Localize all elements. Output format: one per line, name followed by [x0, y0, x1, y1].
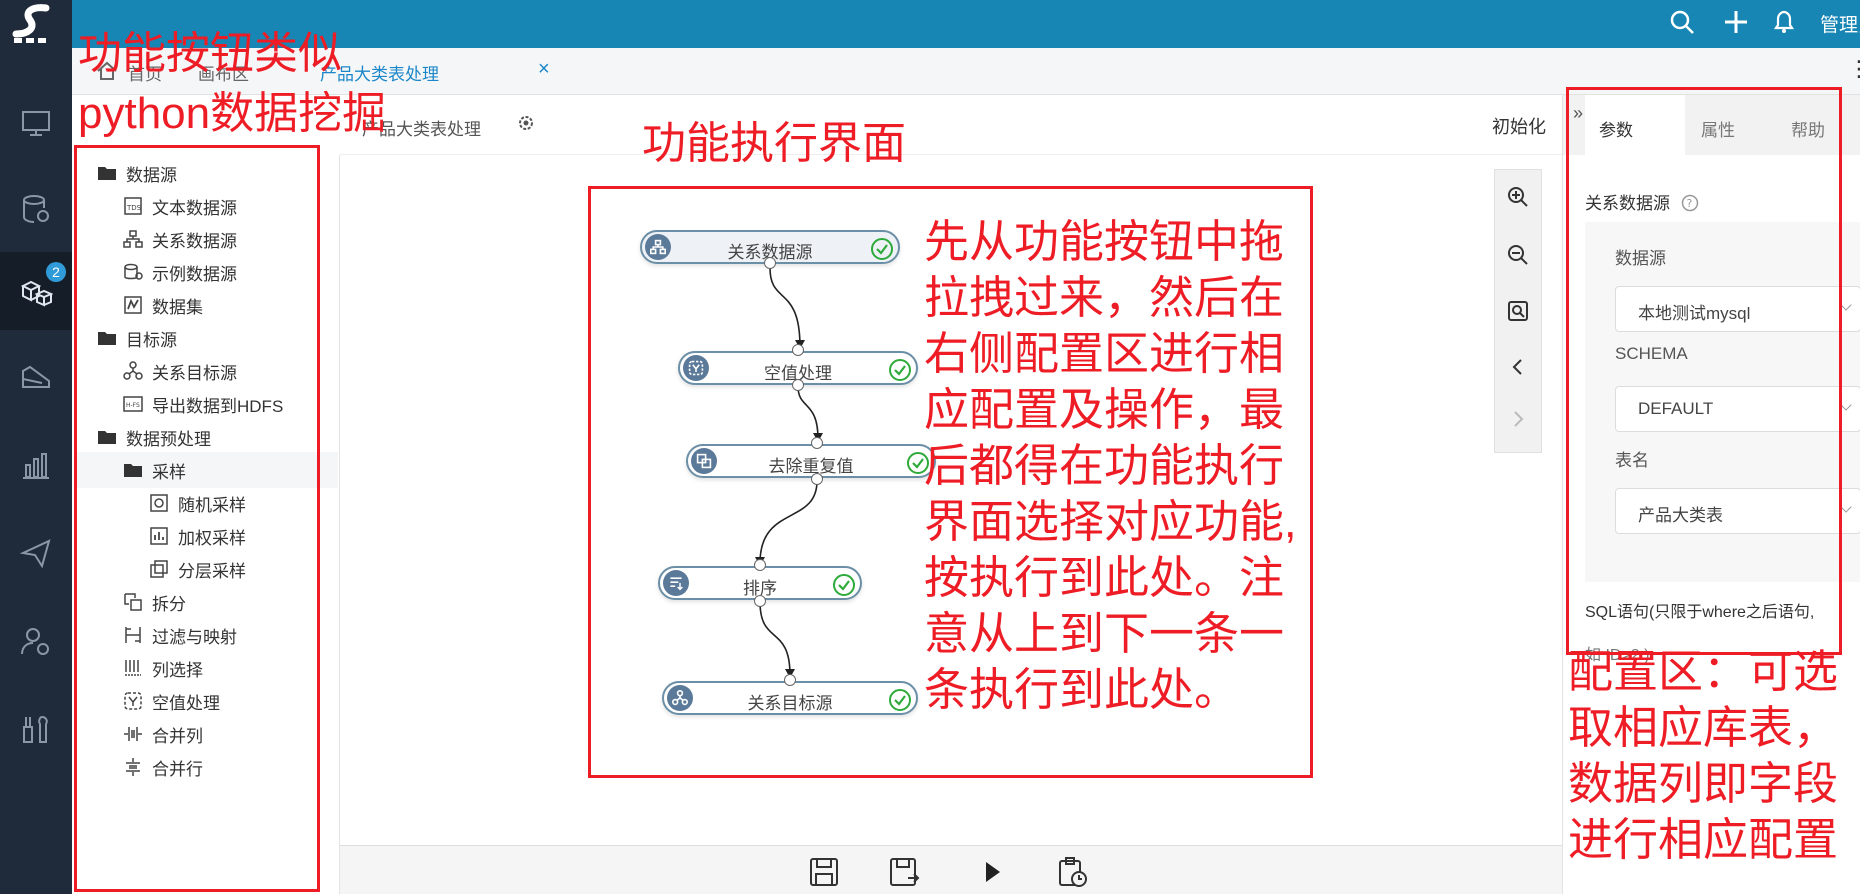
save-as-icon[interactable]	[888, 856, 920, 888]
nav-publish[interactable]	[0, 514, 72, 592]
zoom-in-icon[interactable]	[1495, 174, 1541, 220]
config-line: 数据列即字段	[1568, 758, 1839, 809]
config-annotation-box	[1566, 87, 1842, 655]
monitor-icon	[22, 111, 50, 136]
nav-tools[interactable]	[0, 690, 72, 768]
nav-rail: 2	[0, 48, 72, 894]
app-logo[interactable]	[0, 0, 72, 48]
more-icon[interactable]: ⋮	[1848, 56, 1860, 82]
bell-icon[interactable]	[1770, 8, 1800, 38]
canvas-annotation: 功能执行界面	[642, 119, 906, 168]
cubes-icon	[20, 280, 53, 307]
nav-database-settings[interactable]	[0, 170, 72, 248]
search-icon[interactable]	[1668, 8, 1698, 38]
database-gear-icon	[23, 195, 49, 223]
zoom-out-icon[interactable]	[1495, 232, 1541, 278]
chevron-down-icon	[1840, 299, 1852, 311]
steps-line: 应配置及操作，最	[924, 384, 1285, 435]
initialize-button[interactable]: 初始化	[1492, 113, 1546, 139]
run-icon[interactable]	[976, 856, 1008, 888]
nav-model[interactable]	[0, 338, 72, 416]
nav-monitor[interactable]	[0, 84, 72, 162]
close-icon[interactable]: ×	[538, 58, 550, 81]
tools-icon	[23, 715, 48, 743]
config-annotation: 配置区：可选 取相应库表， 数据列即字段 进行相应配置	[1568, 644, 1838, 868]
send-icon	[20, 539, 51, 569]
steps-line: 拉拽过来，然后在	[924, 272, 1285, 323]
config-line: 进行相应配置	[1568, 814, 1839, 865]
add-icon[interactable]	[1722, 8, 1752, 38]
action-bar	[340, 845, 1562, 894]
nav-data-mining[interactable]: 2	[0, 252, 72, 330]
notification-badge: 2	[46, 262, 66, 282]
steps-line: 后都得在功能执行	[924, 440, 1285, 491]
fit-view-icon[interactable]	[1495, 288, 1541, 334]
layers-slope-icon	[22, 365, 50, 388]
tree-annotation-box	[74, 145, 320, 892]
config-line: 取相应库表，	[1568, 702, 1839, 753]
zoom-toolbar	[1494, 169, 1542, 453]
chevron-down-icon	[1840, 399, 1852, 411]
config-line: 配置区：可选	[1568, 646, 1839, 697]
steps-annotation: 先从功能按钮中拖 拉拽过来，然后在 右侧配置区进行相 应配置及操作，最 后都得在…	[924, 214, 1297, 718]
nav-analytics[interactable]	[0, 426, 72, 504]
steps-line: 意从上到下一条一	[924, 608, 1285, 659]
steps-line: 先从功能按钮中拖	[924, 216, 1285, 267]
schedule-icon[interactable]	[1056, 856, 1088, 888]
tree-annotation-line2: python数据挖掘	[78, 89, 387, 138]
steps-line: 右侧配置区进行相	[924, 328, 1285, 379]
chevron-left-icon[interactable]	[1495, 344, 1541, 390]
chevron-down-icon	[1840, 501, 1852, 513]
steps-line: 按执行到此处。注	[924, 552, 1285, 603]
gear-icon[interactable]	[516, 113, 536, 133]
save-icon[interactable]	[808, 856, 840, 888]
workspace-header: 产品大类表处理 初始化	[340, 95, 1562, 155]
chevron-right-icon[interactable]	[1495, 396, 1541, 442]
tree-annotation-line1: 功能按钮类似	[78, 29, 342, 78]
user-menu[interactable]: 管理员	[1820, 10, 1860, 37]
steps-line: 条执行到此处。	[924, 664, 1240, 715]
steps-line: 界面选择对应功能,	[924, 496, 1297, 547]
nav-user-settings[interactable]	[0, 602, 72, 680]
bar-chart-icon	[23, 453, 49, 479]
user-gear-icon	[21, 628, 49, 655]
